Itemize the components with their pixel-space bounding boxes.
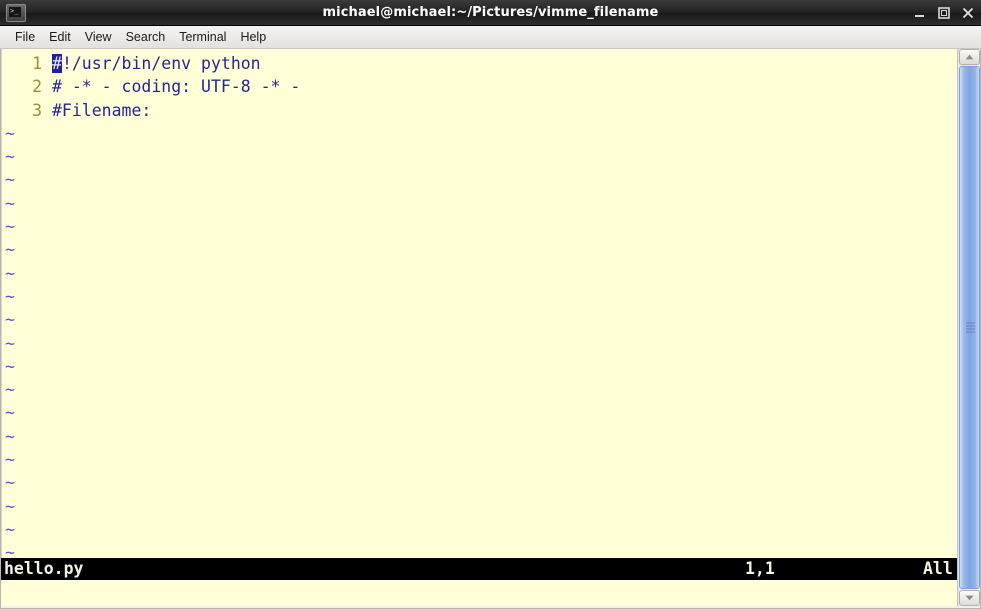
code-line: 1 #!/usr/bin/env python (2, 52, 957, 75)
code-line: 2 # -* - coding: UTF-8 -* - (2, 75, 957, 98)
empty-line-marker: ~ (5, 240, 15, 260)
empty-line-marker: ~ (5, 147, 15, 167)
empty-line-marker: ~ (5, 403, 15, 423)
menu-item-file[interactable]: File (8, 28, 42, 46)
empty-line-marker: ~ (5, 123, 15, 143)
vim-status-line: hello.py 1,1 All (1, 558, 957, 580)
scroll-down-arrow-icon[interactable] (959, 590, 980, 606)
menu-item-view[interactable]: View (78, 28, 119, 46)
vim-cursor: # (52, 54, 62, 73)
scroll-up-arrow-icon[interactable] (959, 49, 980, 65)
line-text: #Filename: (52, 100, 152, 120)
code-line: 3 #Filename: (2, 99, 957, 122)
window-title: michael@michael:~/Pictures/vimme_filenam… (322, 5, 659, 20)
empty-line-marker: ~ (5, 519, 15, 539)
title-bar[interactable]: michael@michael:~/Pictures/vimme_filenam… (0, 0, 981, 26)
line-text: !/usr/bin/env python (61, 54, 261, 73)
empty-line-marker: ~ (5, 496, 15, 516)
scrollbar-track[interactable] (959, 66, 980, 589)
empty-line-marker: ~ (5, 473, 15, 493)
scrollbar-grip (966, 322, 975, 333)
menu-item-edit[interactable]: Edit (42, 28, 78, 46)
terminal-body[interactable]: 1 #!/usr/bin/env python 2 # -* - coding:… (1, 49, 957, 606)
empty-line-marker: ~ (5, 193, 15, 213)
vertical-scrollbar[interactable] (957, 49, 980, 606)
close-icon[interactable] (961, 6, 975, 20)
vim-command-line[interactable] (1, 580, 957, 606)
empty-line-marker: ~ (5, 310, 15, 330)
status-cursor-position: 1,1 (745, 559, 775, 578)
status-filename: hello.py (4, 559, 84, 578)
empty-line-marker: ~ (5, 263, 15, 283)
empty-line-marker: ~ (5, 356, 15, 376)
line-text: # -* - coding: UTF-8 -* - (52, 77, 301, 97)
empty-line-marker: ~ (5, 170, 15, 190)
maximize-icon[interactable] (937, 6, 951, 20)
minimize-icon[interactable] (913, 6, 927, 20)
empty-line-marker: ~ (5, 286, 15, 306)
terminal-window: michael@michael:~/Pictures/vimme_filenam… (0, 0, 981, 609)
empty-line-marker: ~ (5, 426, 15, 446)
vim-buffer: 1 #!/usr/bin/env python 2 # -* - coding:… (2, 52, 957, 565)
line-number: 2 (32, 77, 42, 97)
empty-line-marker: ~ (5, 217, 15, 237)
status-scroll-indicator: All (923, 559, 953, 578)
menu-item-terminal[interactable]: Terminal (172, 28, 233, 46)
line-number: 1 (32, 54, 42, 73)
empty-lines-region: ~ ~ ~ ~ ~ ~ ~ ~ ~ ~ ~ ~ ~ ~ ~ ~ ~ ~ ~ (2, 122, 957, 565)
scrollbar-thumb[interactable] (959, 66, 980, 589)
empty-line-marker: ~ (5, 450, 15, 470)
empty-line-marker: ~ (5, 333, 15, 353)
line-number: 3 (32, 100, 42, 120)
menu-item-search[interactable]: Search (119, 28, 173, 46)
menu-item-help[interactable]: Help (233, 28, 273, 46)
empty-line-marker: ~ (5, 380, 15, 400)
window-controls (913, 0, 975, 26)
terminal-icon (6, 3, 26, 22)
menu-bar: File Edit View Search Terminal Help (0, 26, 981, 49)
